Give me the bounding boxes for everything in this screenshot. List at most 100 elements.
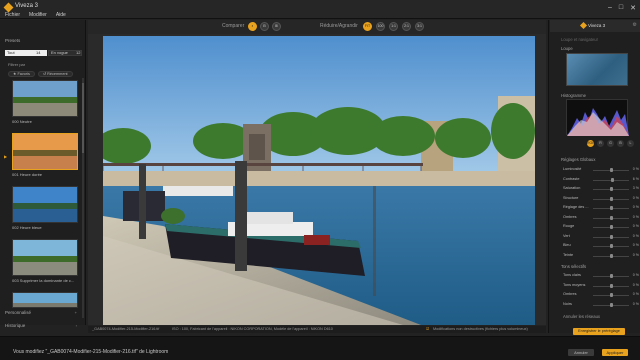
custom-presets-title[interactable]: Personnalisé (5, 310, 31, 315)
settings-icon[interactable]: ⚙ (633, 22, 637, 28)
slider-knob[interactable] (609, 225, 613, 229)
slider-knob[interactable] (609, 206, 613, 210)
zoom-100-button[interactable]: 100 (376, 22, 385, 31)
slider-value: 0 % (632, 292, 639, 296)
zoom-fit-button[interactable]: FIT (363, 22, 372, 31)
slider-row: Rouge 0 % (563, 224, 639, 230)
compare-single-button[interactable]: ◐ (248, 22, 257, 31)
slider-value: 0 % (632, 233, 639, 238)
slider-value: 3 % (632, 186, 639, 190)
preset-marker-icon: ▶ (4, 154, 8, 159)
slider-label: Luminosité (563, 167, 582, 171)
slider-knob[interactable] (609, 234, 613, 239)
slider-knob[interactable] (609, 302, 613, 307)
preset-thumbnail (12, 186, 78, 223)
slider-label: Teinte (563, 252, 574, 257)
add-icon[interactable]: + (75, 310, 77, 315)
slider-value: 0 % (632, 214, 639, 219)
bottom-bar: Vous modifiez "_GAB0074-Modifier-215-Mod… (0, 336, 640, 360)
slider-row: Tons moyens 0 % (563, 283, 639, 289)
status-exif: ISO : 100, Fabricant de l'appareil : NIK… (172, 327, 333, 331)
slider-value: 0 % (632, 301, 639, 306)
preset-item[interactable]: 003 Supprimer la dominante de c... (12, 239, 78, 283)
compare-side-button[interactable]: ⊞ (272, 22, 281, 31)
preset-thumbnail (12, 292, 78, 308)
slider-value: 0 % (632, 195, 639, 200)
slider-knob[interactable] (611, 177, 615, 182)
zoom-1-1-button[interactable]: 1:1 (389, 22, 398, 31)
preset-label: 002 Heure bleue (12, 225, 42, 230)
status-filename: _GAB0074-Modifier-215-Modifier-216.tif (92, 327, 160, 331)
window-controls: – □ ✕ (608, 4, 636, 12)
menu-aide[interactable]: Aide (56, 12, 66, 18)
recent-button[interactable]: ↺ Récemment (37, 71, 73, 77)
menu-fichier[interactable]: Fichier (5, 12, 20, 18)
channel-l[interactable]: L (627, 140, 634, 147)
slider-knob[interactable] (609, 274, 613, 278)
preset-filter-select[interactable]: Tout (5, 50, 47, 56)
preset-item[interactable] (12, 292, 78, 308)
slider-label: Tons moyens (563, 282, 586, 287)
slider-label: Tons clairs (563, 273, 581, 277)
preset-thumbnail (12, 80, 78, 117)
global-adjustments-label[interactable]: Réglages Globaux (561, 157, 595, 162)
loupe-thumbnail[interactable] (566, 53, 628, 86)
slider-label: Ombres (563, 214, 577, 219)
presets-scrollbar[interactable] (82, 78, 84, 318)
channel-r[interactable]: R (597, 140, 604, 147)
preview-image[interactable] (103, 36, 535, 325)
selective-tones-label[interactable]: Tons sélectifs (561, 264, 586, 269)
zoom-3-1-button[interactable]: 3:1 (415, 22, 424, 31)
reset-link[interactable]: Annuler les réseaux (563, 314, 600, 319)
zoom-2-1-button[interactable]: 2:1 (402, 22, 411, 31)
compare-split-button[interactable]: ⊟ (260, 22, 269, 31)
preset-thumb-image (13, 81, 77, 116)
preset-label: 000 Neutre (12, 119, 32, 124)
preset-item[interactable]: 000 Neutre (12, 80, 78, 124)
filter-buttons: ★ Favoris ↺ Récemment (8, 71, 73, 77)
compare-label: Comparer (222, 23, 245, 29)
close-button[interactable]: ✕ (630, 4, 636, 12)
minimize-button[interactable]: – (608, 4, 612, 12)
channel-b[interactable]: B (617, 140, 624, 147)
history-title[interactable]: Historique (5, 323, 25, 328)
apply-button[interactable]: Appliquer (602, 349, 628, 356)
save-preset-button[interactable]: Enregistrer le préréglage (573, 328, 625, 335)
preset-item-selected[interactable]: 001 Heure dorée (12, 133, 78, 177)
cancel-button[interactable]: Annuler (568, 349, 594, 356)
slider-knob[interactable] (610, 187, 614, 191)
slider-row: Saturation 3 % (563, 186, 639, 192)
menu-list: Fichier Modifier Aide (5, 12, 66, 18)
preset-thumb-image (13, 293, 77, 307)
slider-knob[interactable] (609, 215, 613, 220)
presets-panel: Presets Tout 14 En vogue 12 Filtrer par … (0, 20, 86, 328)
slider-value: 6 % (632, 176, 639, 181)
menu-modifier[interactable]: Modifier (29, 12, 47, 18)
slider-knob[interactable] (609, 244, 613, 248)
chevron-right-icon[interactable]: › (76, 323, 77, 328)
editing-message: Vous modifiez "_GAB0074-Modifier-215-Mod… (13, 349, 169, 355)
checkbox-icon[interactable]: ☑ (426, 326, 429, 333)
slider-knob[interactable] (609, 253, 613, 258)
filter-label: Filtrer par (8, 62, 26, 67)
slider-knob[interactable] (609, 168, 613, 172)
maximize-button[interactable]: □ (619, 4, 623, 12)
image-viewer[interactable] (88, 34, 546, 325)
slider-row: Ombres 0 % (563, 215, 639, 221)
channel-rgb[interactable]: RGB (587, 140, 595, 147)
slider-value: 0 % (632, 167, 639, 171)
preset-label: 003 Supprimer la dominante de c... (12, 278, 75, 283)
slider-label: Vert (563, 233, 570, 238)
nondestructive-label: Modifications non destructives (fichiers… (433, 327, 528, 331)
channel-g[interactable]: G (607, 140, 614, 147)
preset-thumb-image (13, 134, 77, 169)
slider-knob[interactable] (609, 283, 613, 288)
slider-knob[interactable] (609, 293, 613, 297)
adjustments-panel: Viveza 3 ⚙ Loupe et navigateur Loupe His… (548, 20, 640, 335)
favorites-button[interactable]: ★ Favoris (8, 71, 35, 77)
loupe-nav-label[interactable]: Loupe et navigateur (561, 37, 598, 42)
preset-thumb-image (13, 240, 77, 275)
preset-item[interactable]: 002 Heure bleue (12, 186, 78, 230)
slider-knob[interactable] (609, 196, 613, 201)
slider-value: 0 % (632, 224, 639, 228)
